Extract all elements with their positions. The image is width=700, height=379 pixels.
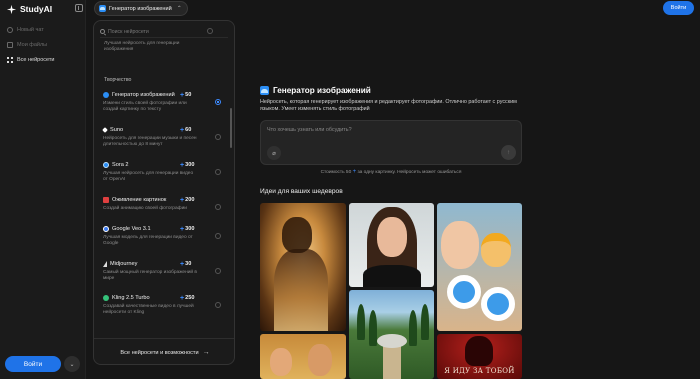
sidebar: StudyAI Новый чат Мои файлы Все нейросет… xyxy=(0,0,86,379)
chevron-up-icon: ⌃ xyxy=(176,6,182,12)
sidebar-item-my-files[interactable]: Мои файлы xyxy=(4,37,82,52)
plus-icon: + xyxy=(180,294,185,302)
model-desc: Создавай качественные видео в лучшей ней… xyxy=(103,304,194,315)
paperclip-icon[interactable]: ⌀ xyxy=(267,146,281,160)
sidebar-item-all-networks[interactable]: Все нейросети xyxy=(4,52,82,67)
brand-name: StudyAI xyxy=(20,4,53,14)
model-cost: +300 xyxy=(180,161,195,169)
model-item-suno[interactable]: Suno +60 Нейросеть для генерации музыки … xyxy=(102,127,228,157)
sidebar-item-label: Все нейросети xyxy=(17,56,55,63)
brand[interactable]: StudyAI xyxy=(6,3,52,15)
idea-image-silhouette[interactable] xyxy=(260,203,346,331)
header-login-button[interactable]: Войти xyxy=(663,1,694,15)
sidebar-item-label: Мои файлы xyxy=(17,41,48,48)
model-description: Нейросеть, которая генерирует изображени… xyxy=(260,99,517,112)
model-item-animate-picture[interactable]: Оживление картинок +200 Создай анимацию … xyxy=(102,197,228,227)
model-desc: Лучшая модель для генерации видео от Goo… xyxy=(103,235,193,246)
all-networks-button[interactable]: Все нейросети и возможности → xyxy=(94,338,234,364)
arrow-right-icon: → xyxy=(202,349,210,356)
search-input[interactable]: Поиск нейросети xyxy=(108,29,149,35)
cost-note: Стоимость 50 + за одну картинку. Нейросе… xyxy=(320,169,462,175)
idea-image-duo[interactable] xyxy=(260,334,346,379)
model-desc: Создай анимацию своей фотографии xyxy=(103,206,187,211)
image-generator-icon xyxy=(103,92,109,98)
plus-icon: + xyxy=(180,161,185,169)
radio-button[interactable] xyxy=(215,233,221,239)
model-name: Оживление картинок xyxy=(112,197,167,203)
model-name: Генератор изображений xyxy=(112,92,175,98)
image-generator-icon xyxy=(260,86,269,95)
kling-icon xyxy=(103,295,109,301)
idea-image-portrait[interactable] xyxy=(349,203,434,287)
model-item-image-generator[interactable]: Генератор изображений +50 Измени стиль с… xyxy=(102,92,228,122)
radio-button[interactable] xyxy=(215,302,221,308)
model-cost: +30 xyxy=(180,260,192,268)
model-cost: +60 xyxy=(180,126,192,134)
radio-button-selected[interactable] xyxy=(215,99,221,105)
prompt-box: Что хочешь узнать или обсудить? ⌀ ↑ xyxy=(260,120,522,165)
plus-icon: + xyxy=(180,260,185,268)
sora-icon xyxy=(103,162,109,168)
poster-caption: Я ИДУ ЗА ТОБОЙ xyxy=(444,367,515,375)
scrollbar[interactable] xyxy=(230,108,232,148)
model-selector[interactable]: Генератор изображений ⌃ xyxy=(94,1,188,16)
page-title-text: Генератор изображений xyxy=(273,86,371,95)
radio-button[interactable] xyxy=(215,268,221,274)
sidebar-login-button[interactable]: Войти xyxy=(5,356,61,372)
image-generator-icon xyxy=(99,5,106,12)
model-item-sora[interactable]: Sora 2 +300 Лучшая нейросеть для генерац… xyxy=(102,162,228,192)
idea-image-poster[interactable]: Я ИДУ ЗА ТОБОЙ xyxy=(437,334,522,379)
logo-icon xyxy=(6,4,17,14)
animate-icon xyxy=(103,197,109,203)
model-dropdown: Поиск нейросети Лучшая нейросеть для ген… xyxy=(93,20,235,365)
suno-icon xyxy=(102,127,108,133)
plus-icon: + xyxy=(180,196,185,204)
radio-button[interactable] xyxy=(215,134,221,140)
model-item-kling[interactable]: Kling 2.5 Turbo +250 Создавай качественн… xyxy=(102,295,228,325)
model-desc: Лучшая нейросеть для генерации видео от … xyxy=(103,171,194,182)
page-title: Генератор изображений xyxy=(260,86,371,95)
search-icon xyxy=(100,29,105,34)
grid-icon xyxy=(7,56,13,63)
list-item-desc: Лучшая нейросеть для генерации изображен… xyxy=(104,41,180,52)
file-icon xyxy=(7,41,13,48)
model-cost: +250 xyxy=(180,294,195,302)
model-name: Suno xyxy=(110,127,124,133)
chat-icon xyxy=(7,26,13,33)
model-cost: +200 xyxy=(180,196,195,204)
model-name: Sora 2 xyxy=(112,162,129,168)
plus-icon: + xyxy=(180,126,185,134)
sidebar-nav: Новый чат Мои файлы Все нейросети xyxy=(4,22,82,67)
model-item-google-veo[interactable]: Google Veo 3.1 +300 Лучшая модель для ге… xyxy=(102,226,228,256)
chevron-down-icon[interactable]: ⌄ xyxy=(64,356,80,372)
send-button[interactable]: ↑ xyxy=(501,145,516,160)
model-desc: Измени стиль своей фотографии или создай… xyxy=(103,101,187,112)
section-label: Творчество xyxy=(104,77,132,83)
model-desc: Нейросеть для генерации музыки и песен д… xyxy=(103,136,197,147)
model-name: Midjourney xyxy=(110,261,138,267)
idea-image-garden[interactable] xyxy=(349,290,434,379)
prompt-input[interactable]: Что хочешь узнать или обсудить? xyxy=(267,127,507,133)
model-selector-label: Генератор изображений xyxy=(109,5,172,12)
model-cost: +50 xyxy=(180,91,192,99)
radio-button[interactable] xyxy=(215,169,221,175)
model-name: Kling 2.5 Turbo xyxy=(112,295,150,301)
ideas-heading: Идеи для ваших шедевров xyxy=(260,188,343,195)
plus-icon: + xyxy=(180,225,185,233)
radio-button[interactable] xyxy=(207,28,213,34)
radio-button[interactable] xyxy=(215,204,221,210)
sidebar-item-label: Новый чат xyxy=(17,26,44,33)
google-veo-icon xyxy=(103,226,109,232)
model-desc: Самый мощный генератор изображений в мир… xyxy=(103,270,197,281)
idea-image-anime[interactable] xyxy=(437,203,522,331)
plus-icon: + xyxy=(352,169,357,175)
plus-icon: + xyxy=(180,91,185,99)
midjourney-icon xyxy=(103,261,107,267)
model-item-midjourney[interactable]: Midjourney +30 Самый мощный генератор из… xyxy=(102,261,228,291)
sidebar-item-new-chat[interactable]: Новый чат xyxy=(4,22,82,37)
model-cost: +300 xyxy=(180,225,195,233)
all-networks-label: Все нейросети и возможности xyxy=(120,349,199,356)
sidebar-collapse-icon[interactable] xyxy=(75,4,83,12)
model-name: Google Veo 3.1 xyxy=(112,226,151,232)
